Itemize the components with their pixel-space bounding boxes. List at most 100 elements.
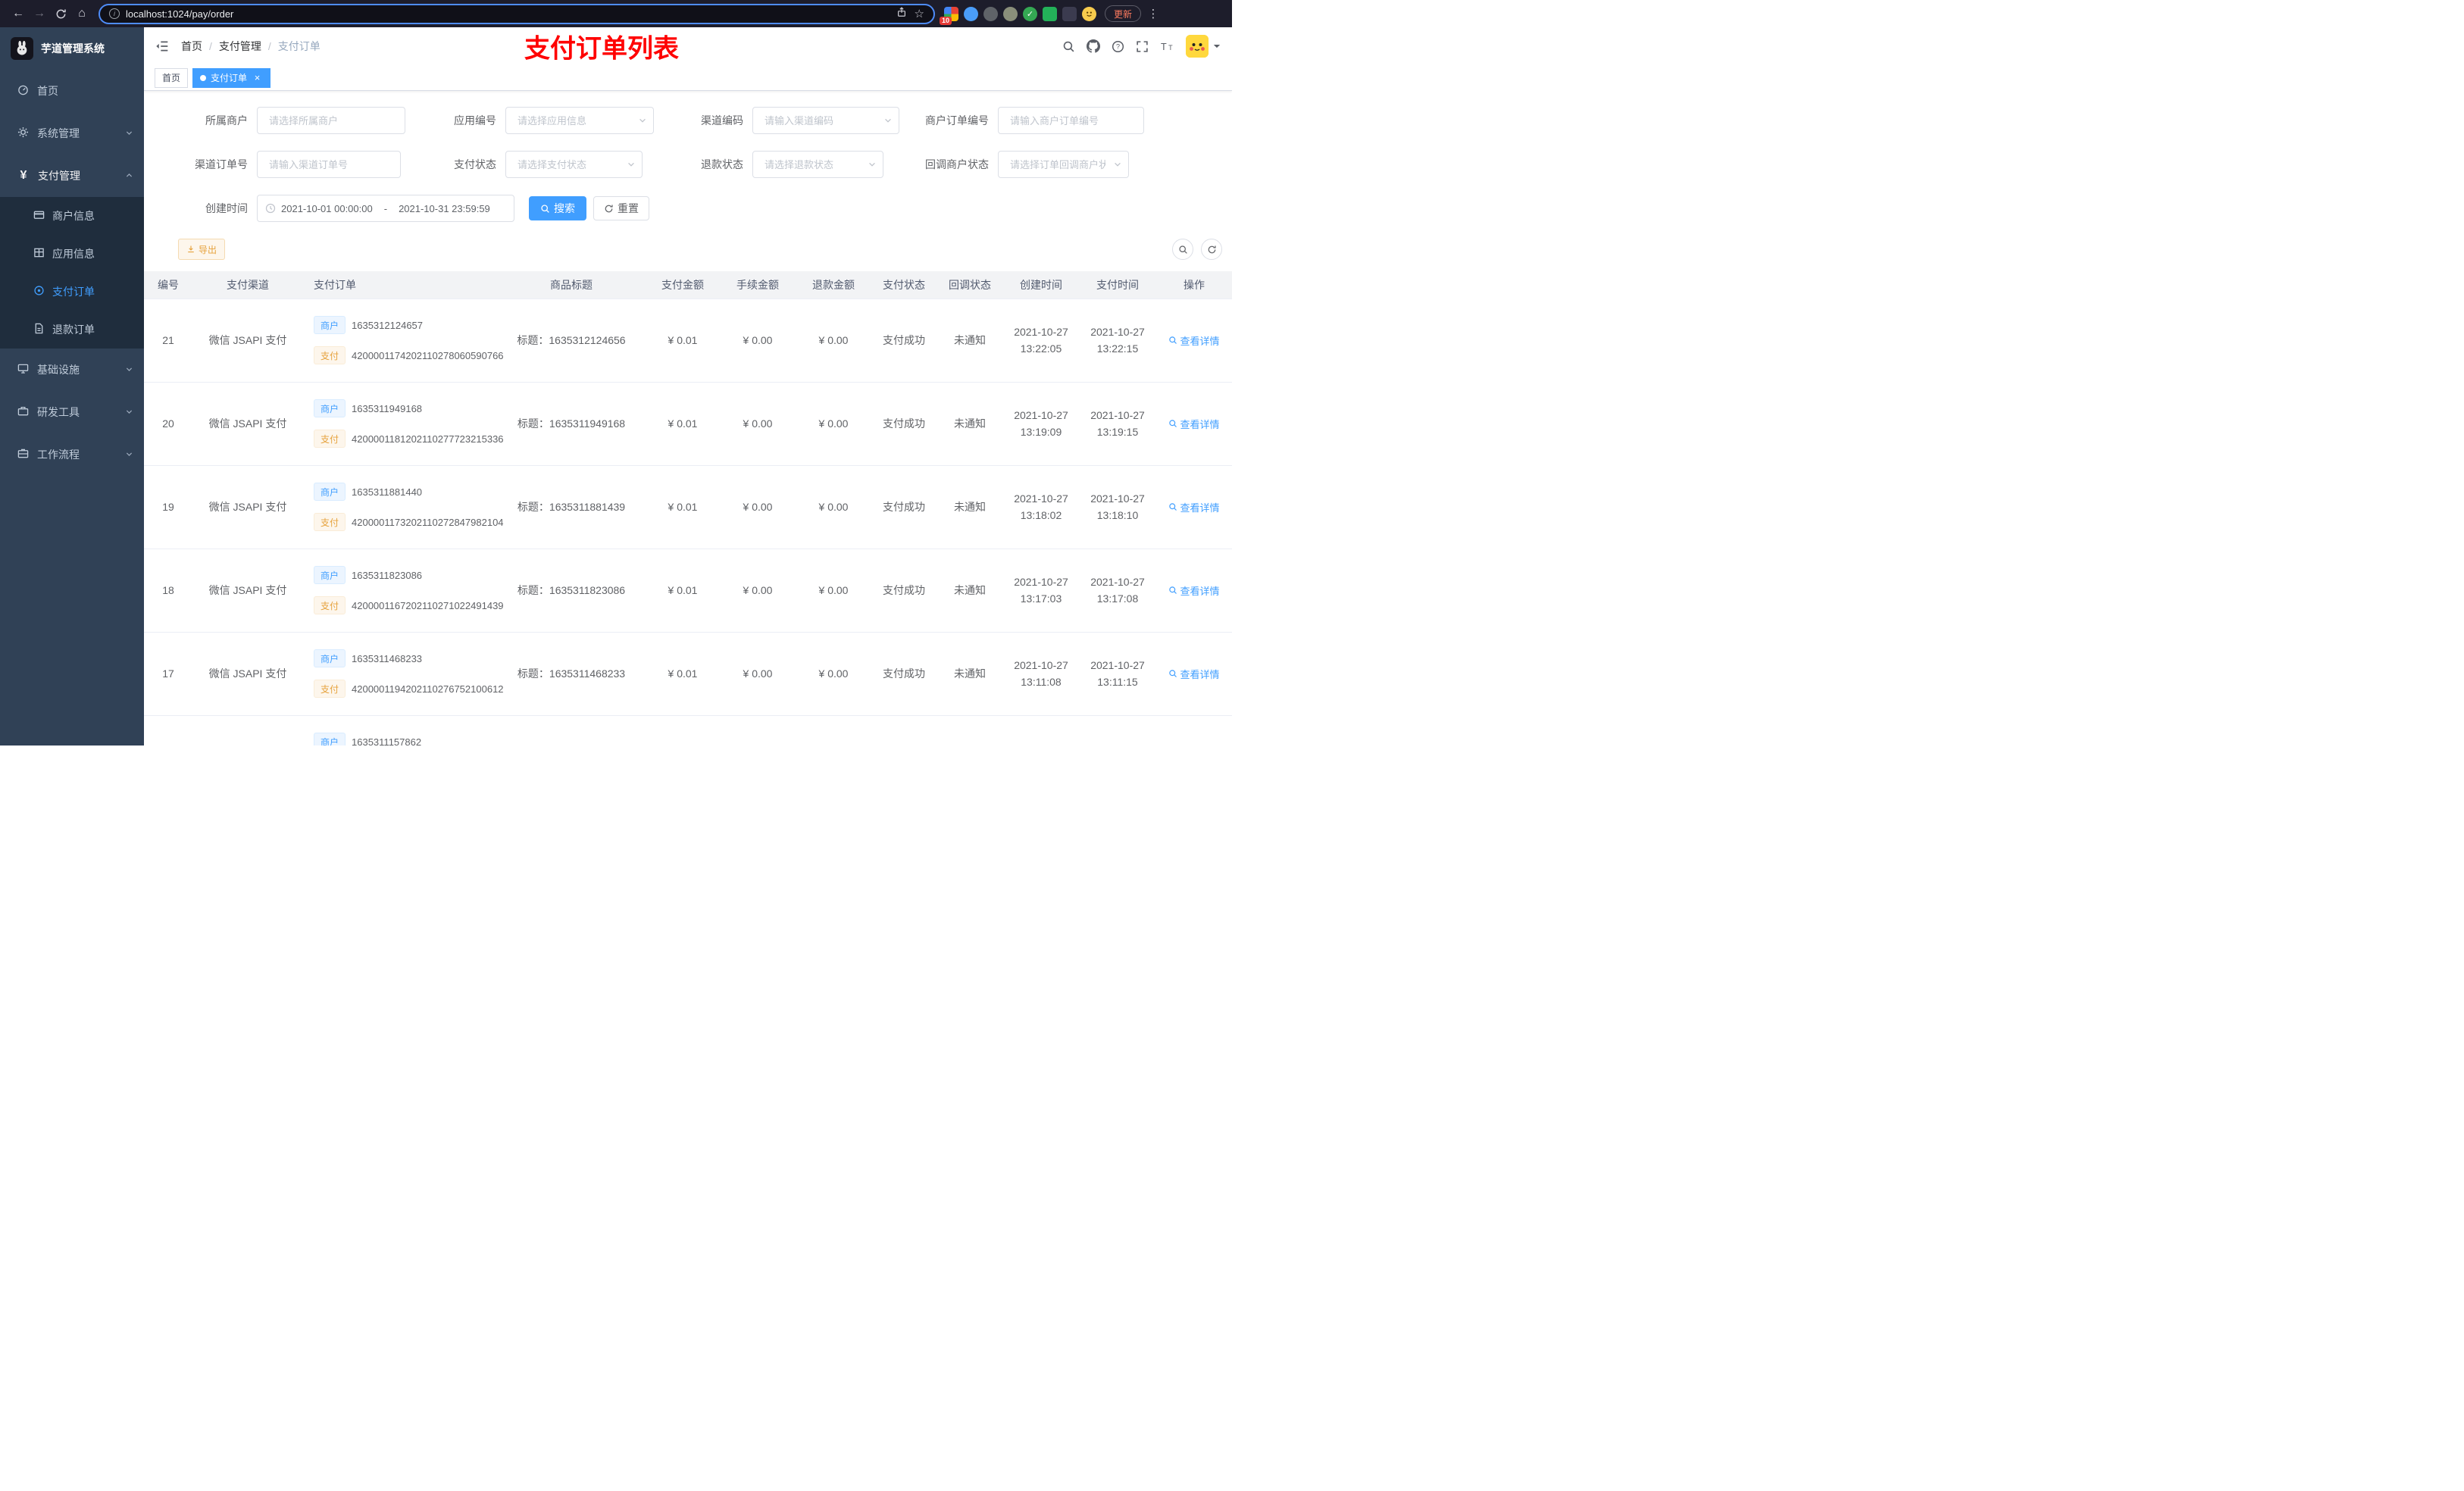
- cell-id: 17: [144, 632, 192, 716]
- back-icon[interactable]: ←: [8, 3, 29, 24]
- refund-status-select: [752, 151, 883, 178]
- view-detail-link[interactable]: 查看详情: [1168, 583, 1220, 598]
- sidebar-item-workflow[interactable]: 工作流程: [0, 433, 144, 476]
- breadcrumb-section[interactable]: 支付管理: [219, 39, 261, 54]
- logo-avatar: [11, 37, 33, 60]
- cell-pay-time: 2021-10-27 13:22:15: [1079, 299, 1156, 383]
- col-pay-time: 支付时间: [1079, 271, 1156, 299]
- fullscreen-icon[interactable]: [1136, 40, 1149, 53]
- sidebar-item-devtools[interactable]: 研发工具: [0, 391, 144, 433]
- cell-notify: 未通知: [937, 299, 1003, 383]
- cell-fee: ¥ 0.00: [720, 465, 796, 549]
- col-fee: 手续金额: [720, 271, 796, 299]
- app-title: 芋道管理系统: [41, 42, 105, 55]
- browser-menu-icon[interactable]: ⋮: [1146, 7, 1160, 20]
- sidebar-item-app-info[interactable]: 应用信息: [0, 235, 144, 273]
- pay-order-no: 4200001181202110277723215336: [352, 433, 504, 445]
- browser-chrome: ← → ⌂ i localhost:1024/pay/order ☆ 10 ✓: [0, 0, 1232, 27]
- avatar: [1186, 35, 1209, 58]
- breadcrumb: 首页 / 支付管理 / 支付订单: [181, 39, 321, 54]
- cell-order: 商户 1635311468233 支付 42000011942021102767…: [303, 632, 504, 716]
- view-detail-link[interactable]: 查看详情: [1168, 500, 1220, 514]
- sidebar-item-merchant-info[interactable]: 商户信息: [0, 197, 144, 235]
- col-status: 支付状态: [871, 271, 937, 299]
- export-button[interactable]: 导出: [178, 239, 226, 260]
- sidebar-item-pay-order[interactable]: 支付订单: [0, 273, 144, 311]
- share-icon[interactable]: [896, 6, 907, 21]
- merchant-tag: 商户: [314, 566, 346, 584]
- address-bar[interactable]: i localhost:1024/pay/order ☆: [98, 3, 935, 24]
- breadcrumb-home[interactable]: 首页: [181, 39, 202, 54]
- cell-channel: 微信 JSAPI 支付: [192, 549, 303, 633]
- url-text: localhost:1024/pay/order: [126, 8, 234, 20]
- pay-order-no: 4200001173202110272847982104: [352, 516, 504, 528]
- sidebar-item-infra[interactable]: 基础设施: [0, 349, 144, 391]
- github-icon[interactable]: [1087, 39, 1100, 53]
- cell-action: 查看详情: [1156, 382, 1232, 466]
- merchant-tag: 商户: [314, 316, 346, 334]
- page-content: 所属商户 应用编号 渠道编码 商户订单编号 渠道订单号 支付状态: [144, 91, 1232, 746]
- sidebar-item-home[interactable]: 首页: [0, 70, 144, 112]
- date-start: 2021-10-01 00:00:00: [281, 202, 373, 214]
- bookmark-star-icon[interactable]: ☆: [915, 7, 924, 20]
- col-amount: 支付金额: [646, 271, 720, 299]
- tab-home[interactable]: 首页: [155, 67, 189, 88]
- tab-pay-order[interactable]: 支付订单 ×: [192, 67, 271, 88]
- cell-notify: 未通知: [937, 632, 1003, 716]
- extension-dark-icon[interactable]: [1062, 6, 1077, 21]
- close-icon[interactable]: ×: [252, 72, 263, 83]
- reset-button[interactable]: 重置: [593, 196, 649, 220]
- search-icon[interactable]: [1062, 40, 1075, 53]
- reload-icon[interactable]: [50, 3, 71, 24]
- forward-icon[interactable]: →: [29, 3, 50, 24]
- merchant-tag: 商户: [314, 483, 346, 501]
- cell-status: 支付成功: [871, 632, 937, 716]
- extension-check-icon[interactable]: ✓: [1023, 6, 1037, 21]
- extension-grid-icon[interactable]: 10: [940, 6, 958, 25]
- merchant-tag: 商户: [314, 733, 346, 746]
- dashboard-icon: [17, 84, 29, 98]
- svg-text:?: ?: [1116, 42, 1120, 50]
- cell-notify: 未通知: [937, 549, 1003, 633]
- sidebar-item-system[interactable]: 系统管理: [0, 112, 144, 155]
- sidebar: 芋道管理系统 首页 系统管理 ¥ 支付管理 商户信息 应用信息 支付订单 退款订…: [0, 27, 144, 746]
- extension-circle-icon[interactable]: [1003, 6, 1018, 21]
- hamburger-icon[interactable]: [155, 39, 169, 53]
- cell-channel: 微信 JSAPI 支付: [192, 299, 303, 383]
- cell-action: 查看详情: [1156, 715, 1232, 746]
- pay-order-no: 4200001174202110278060590766: [352, 349, 504, 361]
- browser-update-button[interactable]: 更新: [1105, 5, 1142, 22]
- cell-title: 标题：: [497, 715, 646, 746]
- filter-row-3: 创建时间 2021-10-01 00:00:00 - 2021-10-31 23…: [144, 195, 1232, 222]
- sidebar-item-payment[interactable]: ¥ 支付管理: [0, 155, 144, 197]
- extension-globe-icon[interactable]: [983, 6, 998, 21]
- cell-refund: [796, 715, 871, 746]
- home-icon[interactable]: ⌂: [71, 3, 92, 24]
- date-end: 2021-10-31 23:59:59: [399, 202, 490, 214]
- cell-refund: ¥ 0.00: [796, 632, 871, 716]
- create-time-range-picker[interactable]: 2021-10-01 00:00:00 - 2021-10-31 23:59:5…: [257, 195, 514, 222]
- yen-icon: ¥: [20, 169, 27, 182]
- user-menu[interactable]: [1186, 35, 1221, 58]
- view-detail-link[interactable]: 查看详情: [1168, 667, 1220, 681]
- sidebar-item-refund-order[interactable]: 退款订单: [0, 311, 144, 349]
- cell-status: 支付成功: [871, 299, 937, 383]
- font-size-icon[interactable]: TT: [1160, 40, 1174, 53]
- refresh-button[interactable]: [1201, 239, 1222, 260]
- col-channel: 支付渠道: [192, 271, 303, 299]
- monitor-icon: [17, 363, 29, 377]
- channel-order-no-input: [257, 151, 401, 178]
- extension-square-icon[interactable]: [1043, 6, 1057, 21]
- sidebar-logo[interactable]: 芋道管理系统: [0, 27, 144, 70]
- svg-text:T: T: [1168, 44, 1173, 52]
- search-button[interactable]: 搜索: [529, 196, 586, 220]
- help-icon[interactable]: ?: [1112, 40, 1124, 53]
- site-info-icon[interactable]: i: [109, 8, 120, 19]
- extension-smiley-icon[interactable]: [1082, 6, 1096, 21]
- cell-fee: ¥ 0.00: [720, 549, 796, 633]
- view-detail-link[interactable]: 查看详情: [1168, 333, 1220, 348]
- view-detail-link[interactable]: 查看详情: [1168, 417, 1220, 431]
- extension-drop-icon[interactable]: [964, 6, 978, 21]
- toggle-search-button[interactable]: [1172, 239, 1193, 260]
- cell-status: 支付成功: [871, 549, 937, 633]
